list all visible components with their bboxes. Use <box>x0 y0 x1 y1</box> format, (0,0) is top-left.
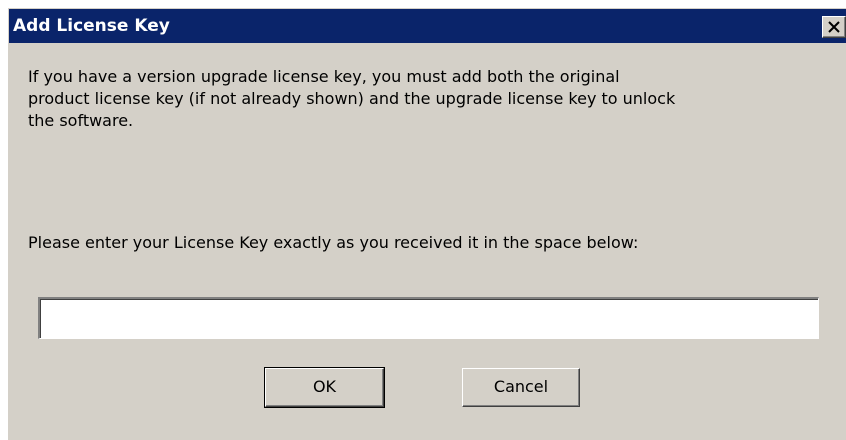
license-key-prompt: Please enter your License Key exactly as… <box>28 233 639 252</box>
title-bar[interactable]: Add License Key <box>9 9 846 43</box>
add-license-key-dialog: Add License Key If you have a version up… <box>8 8 846 440</box>
dialog-title: Add License Key <box>13 16 170 36</box>
cancel-button[interactable]: Cancel <box>462 368 580 407</box>
upgrade-info-text: If you have a version upgrade license ke… <box>28 67 676 130</box>
ok-button[interactable]: OK <box>264 367 385 408</box>
license-key-input[interactable] <box>38 297 819 339</box>
close-button[interactable] <box>822 16 846 38</box>
